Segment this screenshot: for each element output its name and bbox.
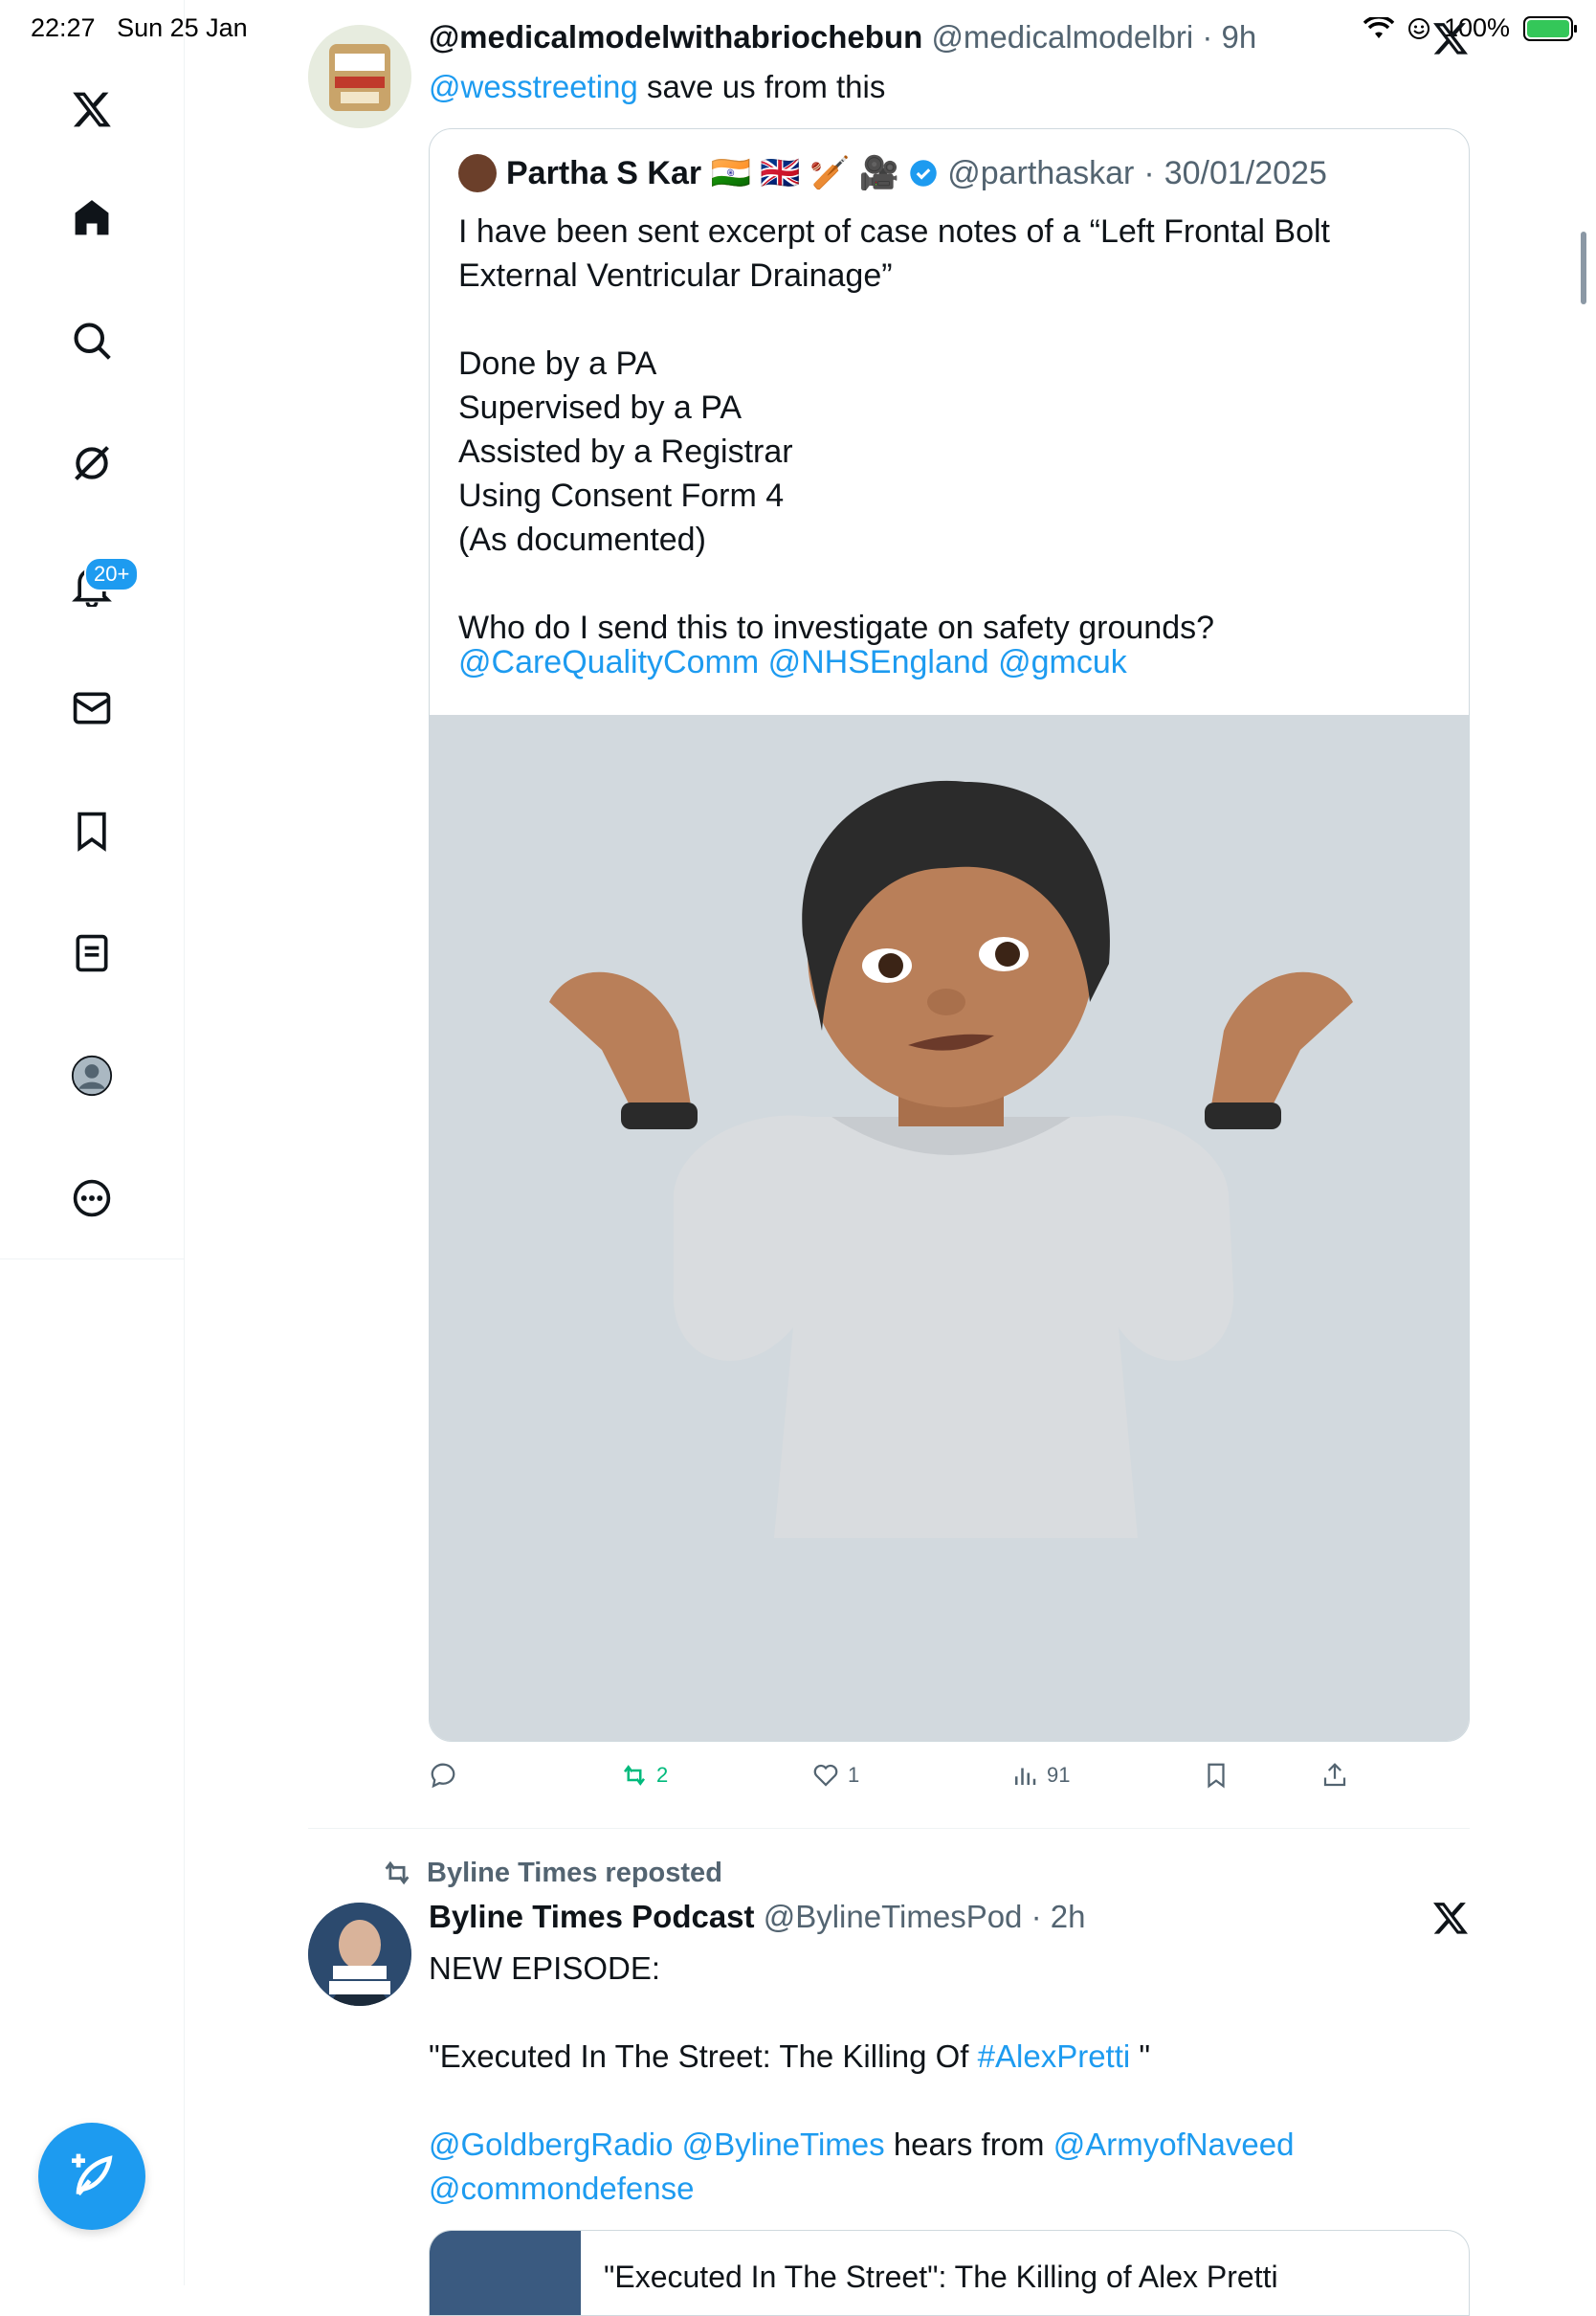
views-button[interactable]: 91	[1010, 1761, 1070, 1790]
avatar[interactable]	[308, 1903, 411, 2006]
home-icon[interactable]	[63, 189, 121, 247]
tweet2-header: Byline Times Podcast @BylineTimesPod · 2…	[429, 1899, 1086, 1934]
quote-avatar	[458, 154, 497, 192]
mention-link[interactable]: @gmcuk	[998, 644, 1127, 680]
memoji-shrug-image[interactable]	[430, 715, 1469, 1741]
messages-icon[interactable]	[63, 679, 121, 737]
tweet1-header: @medicalmodelwithabriochebun @medicalmod…	[429, 19, 1257, 55]
share-icon	[1323, 1763, 1346, 1787]
views-count: 91	[1047, 1763, 1071, 1787]
views-icon	[1015, 1768, 1036, 1785]
notifications-badge: 20+	[84, 557, 140, 591]
link-card-title: "Executed In The Street": The Killing of…	[604, 2260, 1278, 2294]
mention-link[interactable]: @commondefense	[429, 2171, 694, 2206]
mention-link[interactable]: @NHSEngland	[768, 644, 989, 680]
scrollbar[interactable]	[1581, 232, 1586, 304]
avatar[interactable]	[308, 25, 411, 128]
quote-text: I have been sent excerpt of case notes o…	[458, 213, 1330, 646]
tweet1-display-name[interactable]: @medicalmodelwithabriochebun	[429, 19, 922, 55]
tweet2-time[interactable]: 2h	[1051, 1899, 1086, 1934]
link-card-thumbnail	[430, 2231, 581, 2315]
like-count: 1	[848, 1763, 860, 1787]
repost-count: 2	[656, 1763, 669, 1787]
tweet1-actions: 2 1 91	[429, 1761, 1470, 1799]
quote-mentions: @CareQualityComm @NHSEngland @gmcuk	[458, 644, 1127, 681]
sidebar-bottom-divider	[0, 1258, 184, 1259]
mention-link[interactable]: @GoldbergRadio	[429, 2127, 673, 2162]
mention-link[interactable]: @CareQualityComm	[458, 644, 759, 680]
quote-header: Partha S Kar 🇮🇳 🇬🇧 🏏 🎥 @parthaskar · 30/…	[458, 154, 1327, 192]
share-button[interactable]	[1320, 1761, 1349, 1790]
grok-icon[interactable]	[63, 434, 121, 492]
bookmark-button[interactable]	[1202, 1761, 1230, 1790]
quote-date: 30/01/2025	[1164, 154, 1327, 191]
repost-button[interactable]: 2	[620, 1761, 668, 1790]
tweet-separator	[308, 1828, 1470, 1829]
more-icon[interactable]	[63, 1169, 121, 1227]
link-card[interactable]: "Executed In The Street": The Killing of…	[429, 2230, 1470, 2316]
heart-icon	[813, 1764, 838, 1787]
like-button[interactable]: 1	[811, 1761, 859, 1790]
repost-label[interactable]: Byline Times reposted	[427, 1858, 722, 1889]
compose-icon	[72, 2153, 113, 2196]
tweet2-text: NEW EPISODE: "Executed In The Street: Th…	[429, 1950, 1295, 2206]
reply-icon	[431, 1763, 455, 1789]
compose-button[interactable]	[38, 2123, 145, 2230]
focus-smiley-icon	[1408, 17, 1430, 39]
battery-icon	[1523, 15, 1577, 41]
profile-icon[interactable]	[63, 1047, 121, 1104]
quote-tweet-card[interactable]: Partha S Kar 🇮🇳 🇬🇧 🏏 🎥 @parthaskar · 30/…	[429, 128, 1470, 1742]
sidebar-divider	[184, 0, 185, 2285]
bookmark-icon	[1208, 1763, 1225, 1789]
repost-icon	[624, 1765, 645, 1786]
x-icon	[1431, 1899, 1470, 1942]
wifi-icon	[1363, 16, 1394, 38]
lists-icon[interactable]	[63, 924, 121, 982]
tweet1-text: @wesstreeting save us from this	[429, 69, 886, 104]
reply-button[interactable]	[429, 1761, 457, 1790]
mention-link[interactable]: @BylineTimes	[682, 2127, 885, 2162]
search-icon[interactable]	[63, 312, 121, 369]
hashtag-link[interactable]: #AlexPretti	[978, 2038, 1131, 2074]
x-logo-icon[interactable]	[63, 80, 121, 138]
tweet2-display-name[interactable]: Byline Times Podcast	[429, 1899, 755, 1934]
quote-handle: @parthaskar	[947, 154, 1135, 191]
tweet1-time[interactable]: 9h	[1222, 19, 1257, 55]
repost-indicator: Byline Times reposted	[381, 1857, 722, 1889]
status-time: 22:27 Sun 25 Jan	[31, 13, 248, 42]
verified-badge-icon	[910, 160, 937, 187]
quote-display-name: Partha S Kar 🇮🇳 🇬🇧 🏏 🎥	[506, 155, 900, 191]
mention-link[interactable]: @wesstreeting	[429, 69, 638, 104]
mention-link[interactable]: @ArmyofNaveed	[1053, 2127, 1295, 2162]
tweet1-handle[interactable]: @medicalmodelbri	[931, 19, 1193, 55]
bookmarks-icon[interactable]	[63, 802, 121, 859]
repost-icon	[385, 1860, 410, 1885]
x-icon	[1431, 19, 1470, 62]
tweet2-handle[interactable]: @BylineTimesPod	[764, 1899, 1023, 1934]
